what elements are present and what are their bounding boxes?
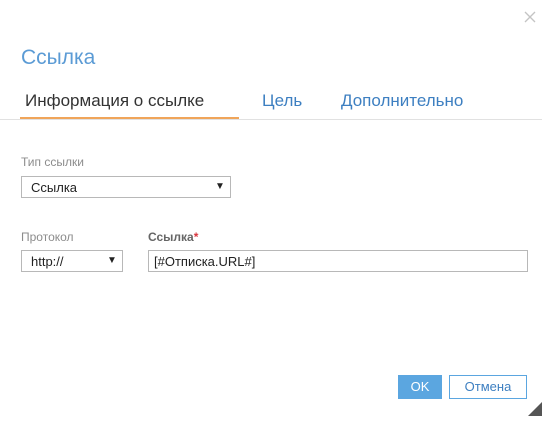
url-input[interactable]: [#Отписка.URL#] [148, 250, 528, 272]
dialog-title: Ссылка [21, 46, 96, 69]
tab-link-info[interactable]: Информация о ссылке [25, 88, 204, 116]
url-label: Ссылка* [148, 230, 198, 244]
protocol-select[interactable]: http:// ▼ [21, 250, 123, 272]
resize-grip-icon[interactable] [528, 402, 542, 416]
tab-bar: Информация о ссылке Цель Дополнительно [0, 88, 542, 120]
link-dialog: Ссылка Информация о ссылке Цель Дополнит… [0, 0, 542, 416]
dropdown-arrow-icon: ▼ [107, 255, 117, 266]
link-type-label: Тип ссылки [21, 155, 84, 169]
protocol-label: Протокол [21, 230, 74, 244]
url-label-text: Ссылка [148, 230, 194, 244]
dropdown-arrow-icon: ▼ [215, 181, 225, 192]
ok-button[interactable]: OK [398, 375, 442, 399]
protocol-value: http:// [31, 254, 64, 269]
link-type-select[interactable]: Ссылка ▼ [21, 176, 231, 198]
required-asterisk: * [193, 230, 199, 244]
tab-target[interactable]: Цель [262, 88, 302, 116]
close-icon[interactable] [522, 9, 538, 25]
link-type-value: Ссылка [31, 180, 78, 195]
cancel-button[interactable]: Отмена [449, 375, 527, 399]
url-value: [#Отписка.URL#] [154, 254, 256, 269]
tab-advanced[interactable]: Дополнительно [341, 88, 463, 116]
tab-divider [0, 119, 542, 120]
